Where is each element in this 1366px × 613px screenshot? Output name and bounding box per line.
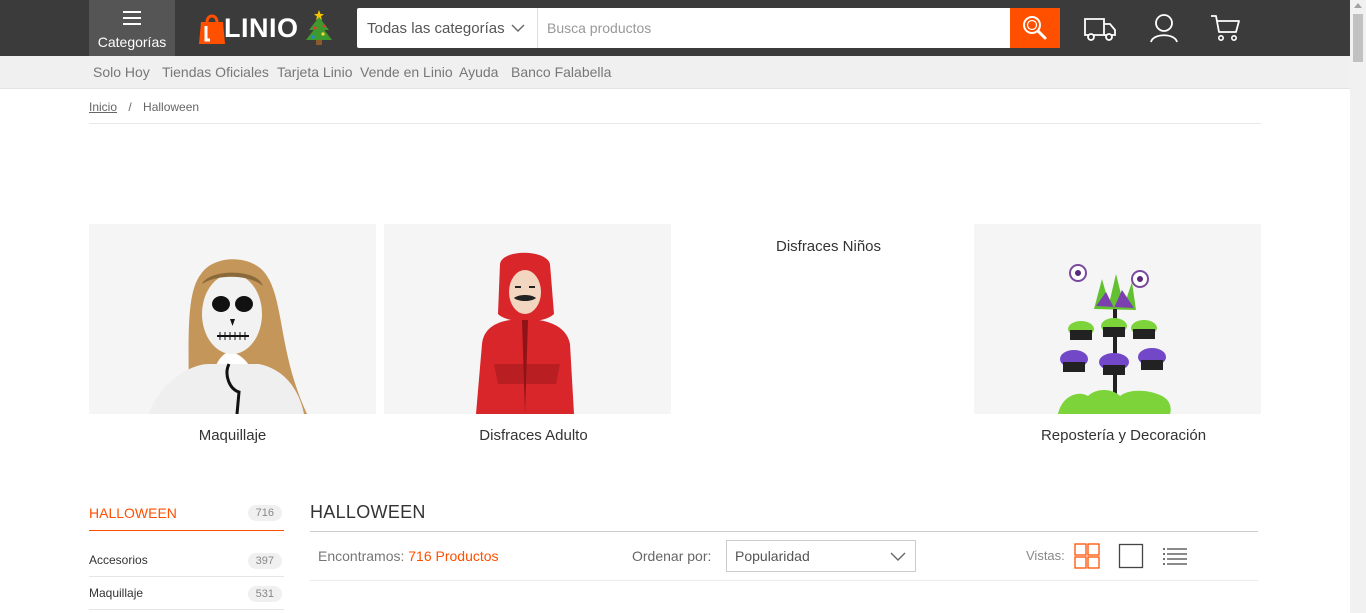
- search-category-select[interactable]: Todas las categorías: [357, 8, 538, 48]
- scrollbar-thumb[interactable]: [1353, 14, 1363, 62]
- maquillaje-image: [149, 259, 307, 414]
- disfraces-adulto-image: [476, 252, 574, 414]
- results-prefix: Encontramos:: [318, 548, 405, 564]
- nav-link-tiendas-oficiales[interactable]: Tiendas Oficiales: [162, 64, 269, 80]
- sidebar-category-header[interactable]: HALLOWEEN 716: [89, 505, 284, 531]
- sidebar-item-maquillaje[interactable]: Maquillaje 531: [89, 577, 284, 610]
- user-account-icon[interactable]: [1147, 12, 1181, 44]
- categories-label: Categorías: [97, 34, 167, 50]
- search-icon: [1023, 16, 1047, 40]
- listing-title: HALLOWEEN: [310, 502, 426, 522]
- reposteria-image: [1058, 264, 1171, 414]
- search-bar: Todas las categorías: [357, 8, 1060, 48]
- sidebar-item-label: Maquillaje: [89, 586, 144, 600]
- featured-tile-disfraces-adulto[interactable]: [384, 224, 671, 414]
- hamburger-icon: [123, 11, 141, 29]
- nav-link-tarjeta-linio[interactable]: Tarjeta Linio: [277, 64, 353, 80]
- views-label: Vistas:: [1026, 548, 1065, 563]
- sidebar-title-count: 716: [247, 505, 282, 521]
- categories-menu-button[interactable]: Categorías: [89, 0, 175, 56]
- sidebar-item-count: 531: [247, 586, 282, 602]
- featured-label-reposteria[interactable]: Repostería y Decoración: [980, 427, 1267, 444]
- featured-label-disfraces-adulto[interactable]: Disfraces Adulto: [390, 427, 677, 444]
- delivery-truck-icon[interactable]: [1083, 12, 1117, 44]
- shopping-cart-icon[interactable]: [1209, 12, 1243, 44]
- nav-link-banco-falabella[interactable]: Banco Falabella: [511, 64, 611, 80]
- breadcrumb-separator: /: [128, 100, 132, 114]
- sort-select[interactable]: Popularidad: [726, 540, 916, 572]
- single-view-icon[interactable]: [1118, 543, 1144, 569]
- sidebar-item-count: 397: [247, 553, 282, 569]
- search-input[interactable]: [538, 8, 1010, 48]
- top-header: Categorías LINIO Todas las categorías: [0, 0, 1350, 56]
- breadcrumb-home-link[interactable]: Inicio: [89, 100, 117, 114]
- featured-label-disfraces-ninos[interactable]: Disfraces Niños: [685, 238, 972, 255]
- breadcrumb-current: Halloween: [143, 100, 200, 114]
- results-count: Encontramos: 716 Productos: [318, 548, 499, 564]
- sort-label: Ordenar por:: [632, 548, 712, 564]
- sidebar-item-label: Accesorios: [89, 553, 148, 567]
- breadcrumb: Inicio / Halloween: [89, 100, 199, 114]
- linio-logo[interactable]: LINIO: [198, 10, 348, 46]
- nav-link-vende-en-linio[interactable]: Vende en Linio: [360, 64, 453, 80]
- scroll-up-arrow-icon[interactable]: [1354, 3, 1362, 8]
- vertical-scrollbar[interactable]: [1350, 0, 1366, 613]
- divider: [89, 123, 1261, 124]
- nav-link-solo-hoy[interactable]: Solo Hoy: [93, 64, 150, 80]
- featured-tile-maquillaje[interactable]: [89, 224, 376, 414]
- chevron-down-icon: [511, 24, 525, 32]
- results-number: 716 Productos: [408, 548, 499, 564]
- search-button[interactable]: [1010, 8, 1060, 48]
- logo-text: LINIO: [224, 13, 299, 43]
- sidebar-title: HALLOWEEN: [89, 505, 177, 521]
- christmas-tree-icon: [306, 10, 332, 45]
- featured-label-maquillaje[interactable]: Maquillaje: [89, 427, 376, 444]
- chevron-down-icon: [890, 552, 906, 561]
- nav-link-ayuda[interactable]: Ayuda: [459, 64, 498, 80]
- featured-tile-reposteria[interactable]: [974, 224, 1261, 414]
- list-view-icon[interactable]: [1162, 543, 1188, 569]
- sidebar-item-accesorios[interactable]: Accesorios 397: [89, 544, 284, 577]
- search-category-value: Todas las categorías: [367, 20, 505, 37]
- grid-view-icon[interactable]: [1074, 543, 1100, 569]
- sort-value: Popularidad: [735, 548, 810, 564]
- secondary-nav: Solo Hoy Tiendas Oficiales Tarjeta Linio…: [0, 56, 1350, 89]
- divider: [310, 531, 1258, 532]
- divider: [310, 580, 1258, 581]
